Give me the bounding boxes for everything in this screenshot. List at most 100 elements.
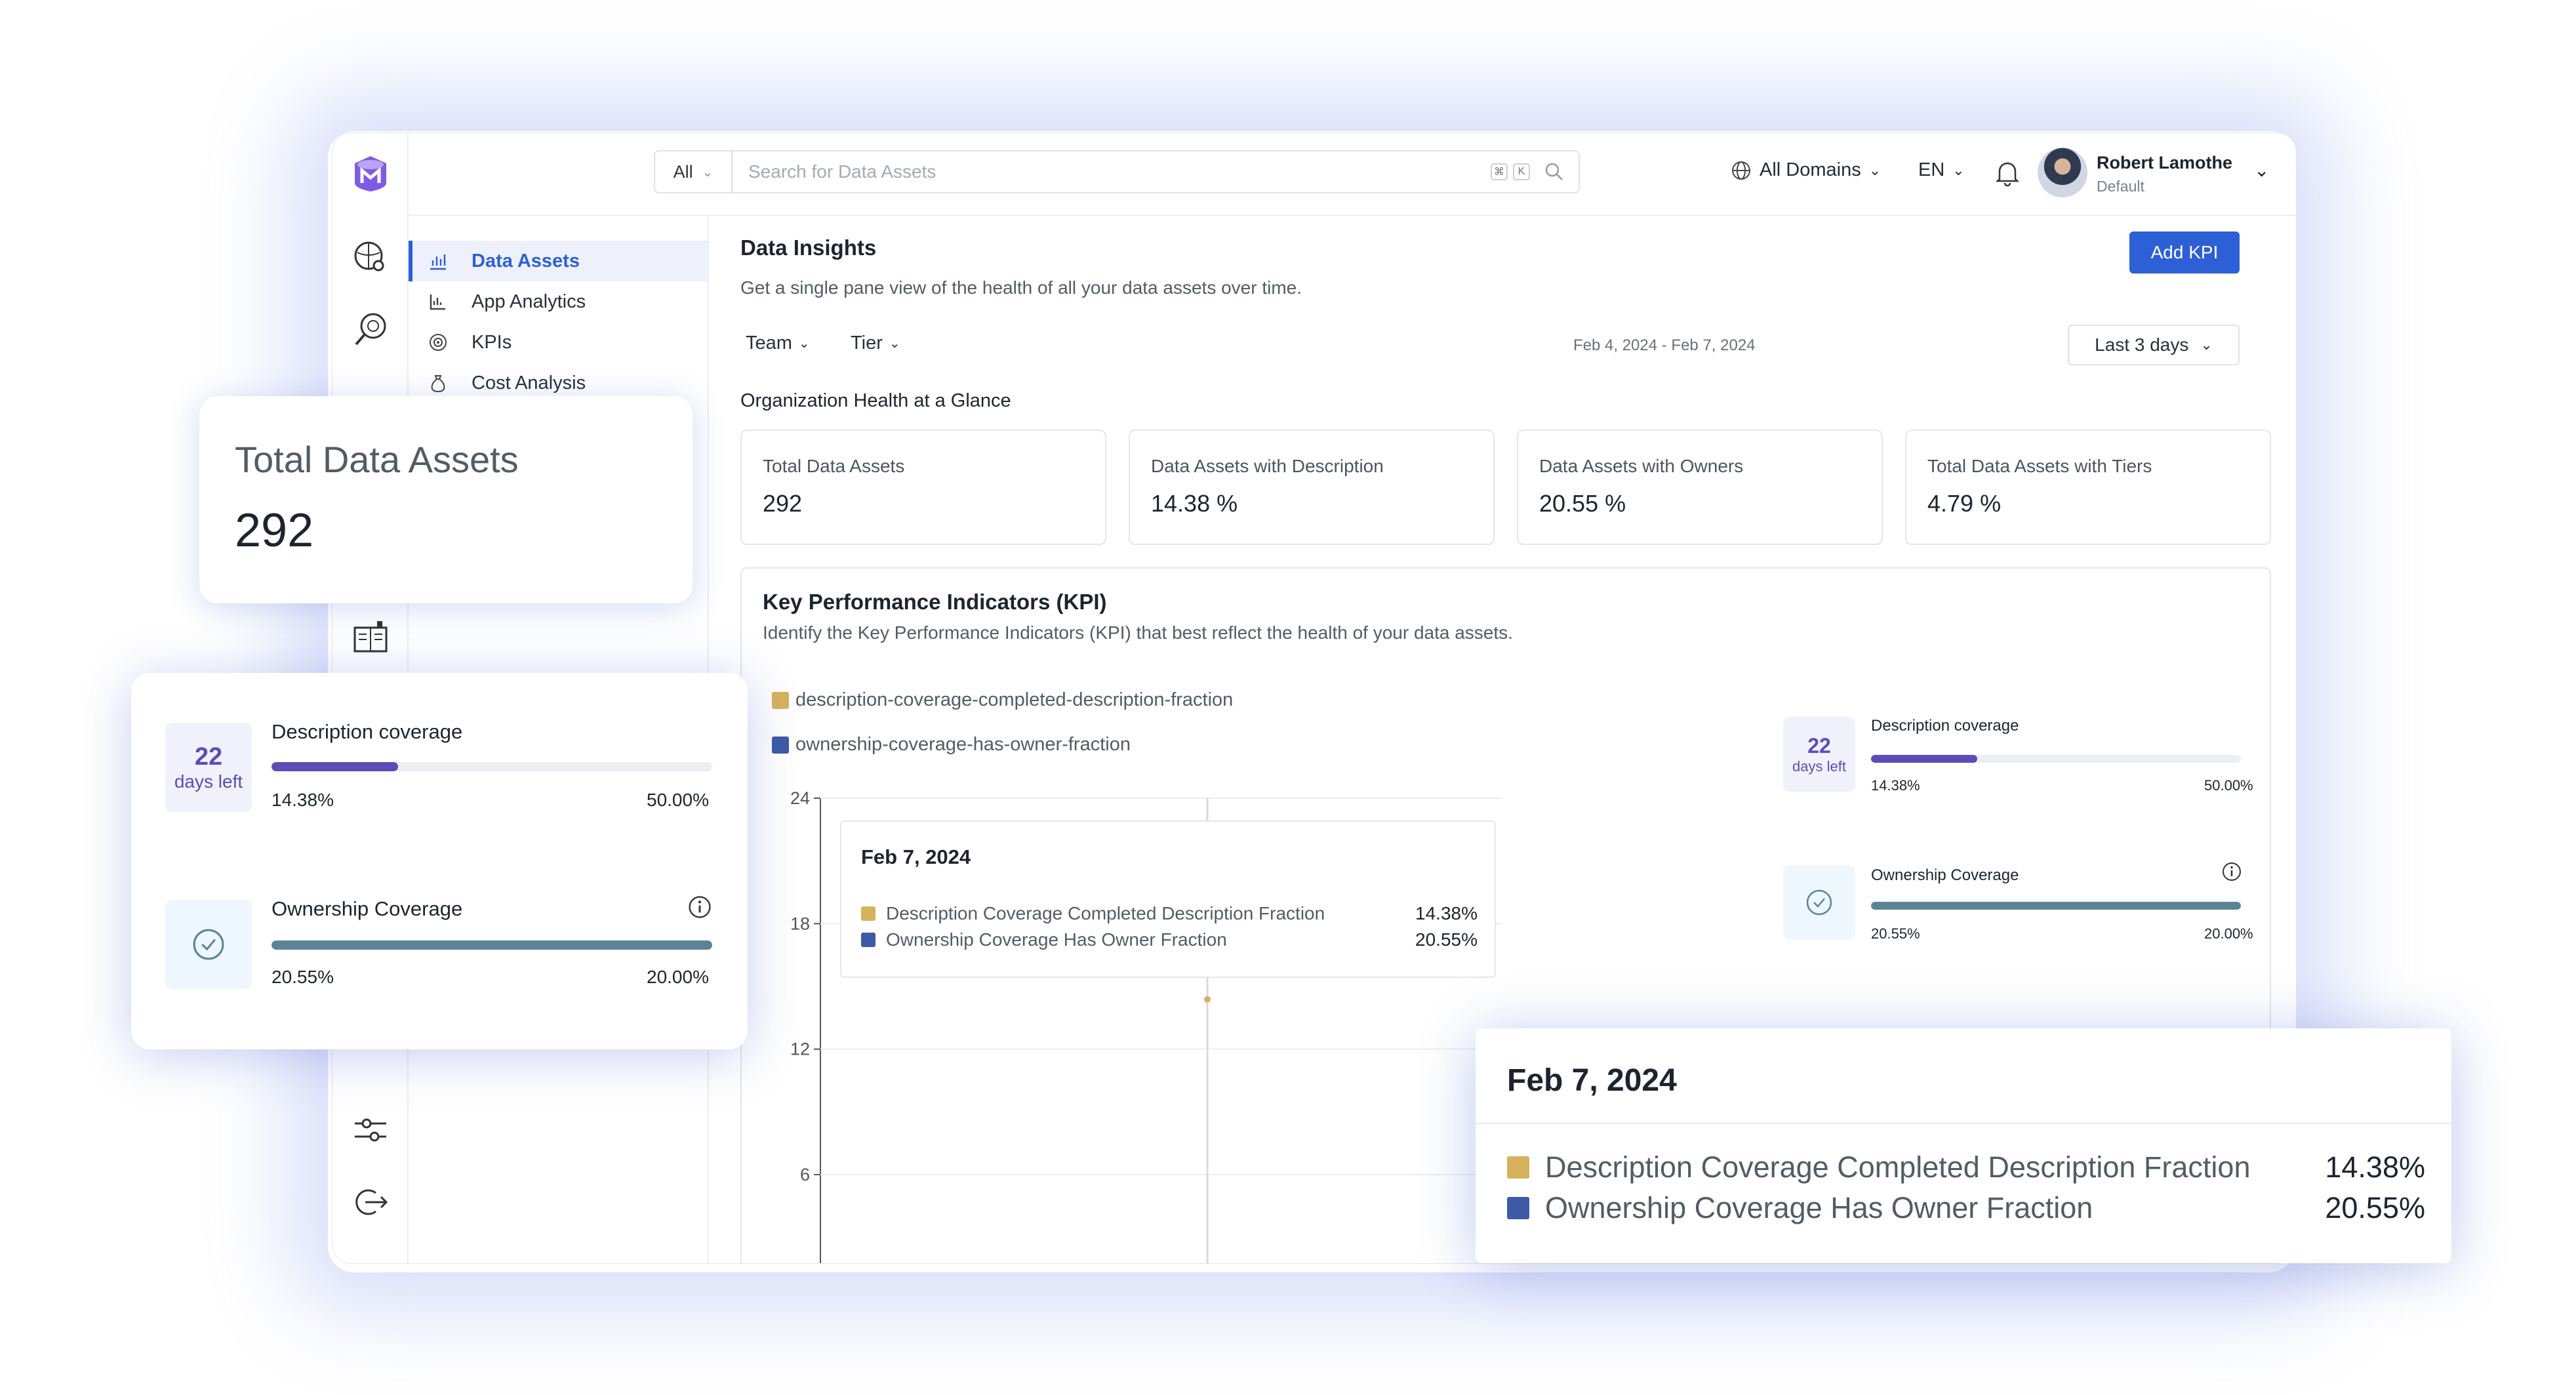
shortcut-key: ⌘ (1491, 163, 1508, 180)
domains-dropdown[interactable]: All Domains ⌄ (1731, 159, 1881, 181)
filter-label: Tier (851, 333, 883, 354)
tooltip-date: Feb 7, 2024 (861, 845, 971, 868)
settings-sliders-icon[interactable] (351, 1110, 390, 1150)
date-range-text: Feb 4, 2024 - Feb 7, 2024 (1573, 336, 1756, 354)
kpi-title: Key Performance Indicators (KPI) (763, 590, 1107, 614)
kpi-complete-badge (1783, 865, 1855, 940)
stat-value: 14.38 % (1151, 490, 1238, 517)
subnav-item-kpis[interactable]: KPIs (409, 322, 708, 363)
legend-swatch (772, 736, 789, 754)
info-icon[interactable] (687, 895, 712, 920)
divider (1476, 1123, 2451, 1124)
period-label: Last 3 days (2095, 334, 2189, 355)
stat-value: 4.79 % (1927, 490, 2002, 517)
kpi-complete-badge (165, 900, 252, 989)
chevron-down-icon: ⌄ (2200, 336, 2213, 353)
legend-item[interactable]: description-coverage-completed-descripti… (772, 689, 1233, 711)
chart-tooltip: Feb 7, 2024 Description Coverage Complet… (840, 820, 1496, 978)
kpi-progress-bar (272, 762, 712, 771)
chevron-down-icon: ⌄ (1868, 161, 1882, 178)
y-tick-label: 18 (790, 914, 810, 933)
legend-label: description-coverage-completed-descripti… (795, 689, 1234, 710)
stat-value: 20.55 % (1539, 490, 1626, 517)
tooltip-label: Description Coverage Completed Descripti… (1545, 1150, 2251, 1184)
explore-icon[interactable] (351, 238, 390, 277)
page-title: Data Insights (740, 235, 877, 260)
search-scope-label: All (673, 161, 693, 182)
stat-label: Data Assets with Description (1151, 456, 1384, 476)
period-dropdown[interactable]: Last 3 days ⌄ (2068, 325, 2240, 365)
search-bar[interactable]: All ⌄ Search for Data Assets ⌘ K (654, 150, 1580, 193)
days-label: days left (1792, 758, 1846, 775)
chart-icon (430, 254, 446, 270)
bell-icon[interactable] (1994, 159, 2021, 187)
kpi-progress-fill (1871, 755, 1978, 763)
avatar[interactable] (2038, 148, 2087, 197)
kpi-current: 14.38% (1871, 777, 1920, 794)
kpi-progress-bar (1871, 755, 2241, 763)
days-left-badge: 22 days left (1783, 717, 1855, 792)
search-input[interactable]: Search for Data Assets (733, 161, 1491, 182)
add-kpi-button[interactable]: Add KPI (2129, 232, 2240, 273)
chevron-down-icon: ⌄ (798, 336, 810, 351)
data-point (1204, 996, 1211, 1003)
subnav-label: KPIs (472, 331, 512, 353)
top-bar: All ⌄ Search for Data Assets ⌘ K All Dom… (409, 133, 2296, 216)
legend-swatch (772, 691, 789, 709)
stat-card: Total Data Assets 292 (740, 430, 1106, 545)
search-scope-dropdown[interactable]: All ⌄ (655, 152, 733, 192)
domains-label: All Domains (1760, 159, 1861, 180)
kpi-target: 20.00% (647, 967, 709, 987)
tooltip-label: Description Coverage Completed Descripti… (886, 903, 1325, 923)
tooltip-swatch (1507, 1197, 1529, 1219)
kpi-target: 50.00% (2204, 777, 2253, 794)
kpi-progress-bar (272, 940, 712, 950)
check-circle-icon (1806, 889, 1832, 916)
stat-label: Total Data Assets (763, 456, 905, 476)
days-left-badge: 22 days left (165, 723, 252, 812)
tooltip-value: 20.55% (2325, 1191, 2425, 1224)
tooltip-overlay-card: Feb 7, 2024 Description Coverage Complet… (1476, 1028, 2451, 1263)
kpi-name: Ownership Coverage (272, 897, 463, 920)
subnav-item-data-assets[interactable]: Data Assets (409, 241, 708, 281)
stat-value: 292 (763, 490, 803, 517)
y-tick-label: 6 (800, 1165, 810, 1184)
user-role: Default (2097, 178, 2144, 195)
subnav-label: Data Assets (472, 250, 580, 272)
kpi-name: Ownership Coverage (1871, 866, 2019, 884)
kpi-name: Description coverage (1871, 717, 2019, 735)
team-filter[interactable]: Team ⌄ (746, 333, 810, 354)
stat-card: Total Data Assets with Tiers 4.79 % (1905, 430, 2271, 545)
shortcut-key: K (1513, 163, 1530, 180)
tooltip-date: Feb 7, 2024 (1507, 1063, 1677, 1098)
search-icon[interactable] (1544, 162, 1564, 182)
y-tick-label: 12 (790, 1040, 810, 1059)
subnav-item-app-analytics[interactable]: App Analytics (409, 281, 708, 322)
stat-card: Data Assets with Description 14.38 % (1129, 430, 1495, 545)
subnav-label: Cost Analysis (472, 372, 586, 394)
tier-filter[interactable]: Tier ⌄ (851, 333, 900, 354)
tooltip-row: Ownership Coverage Has Owner Fraction 20… (1507, 1191, 2425, 1225)
legend-label: ownership-coverage-has-owner-fraction (795, 734, 1131, 755)
subnav-label: App Analytics (472, 291, 586, 312)
kpi-overlay-card: 22 days left Description coverage 14.38%… (131, 673, 748, 1049)
stat-label: Data Assets with Owners (1539, 456, 1744, 476)
search-insights-icon[interactable] (351, 310, 390, 350)
tooltip-swatch (861, 933, 875, 947)
overlay-value: 292 (235, 504, 314, 557)
language-dropdown[interactable]: EN ⌄ (1918, 159, 1965, 181)
logout-icon[interactable] (351, 1183, 390, 1222)
tooltip-row: Ownership Coverage Has Owner Fraction 20… (861, 929, 1478, 950)
info-icon[interactable] (2221, 861, 2242, 882)
chevron-down-icon[interactable]: ⌄ (2254, 159, 2269, 181)
days-count: 22 (1807, 733, 1831, 758)
y-tick-label: 24 (790, 788, 810, 808)
filter-label: Team (746, 333, 792, 354)
legend-item[interactable]: ownership-coverage-has-owner-fraction (772, 734, 1131, 756)
glossary-icon[interactable] (351, 618, 390, 658)
kpi-target: 50.00% (647, 790, 709, 810)
tooltip-value: 20.55% (1415, 929, 1478, 950)
stat-card: Data Assets with Owners 20.55 % (1517, 430, 1883, 545)
target-icon (430, 334, 447, 351)
tooltip-label: Ownership Coverage Has Owner Fraction (886, 929, 1227, 950)
